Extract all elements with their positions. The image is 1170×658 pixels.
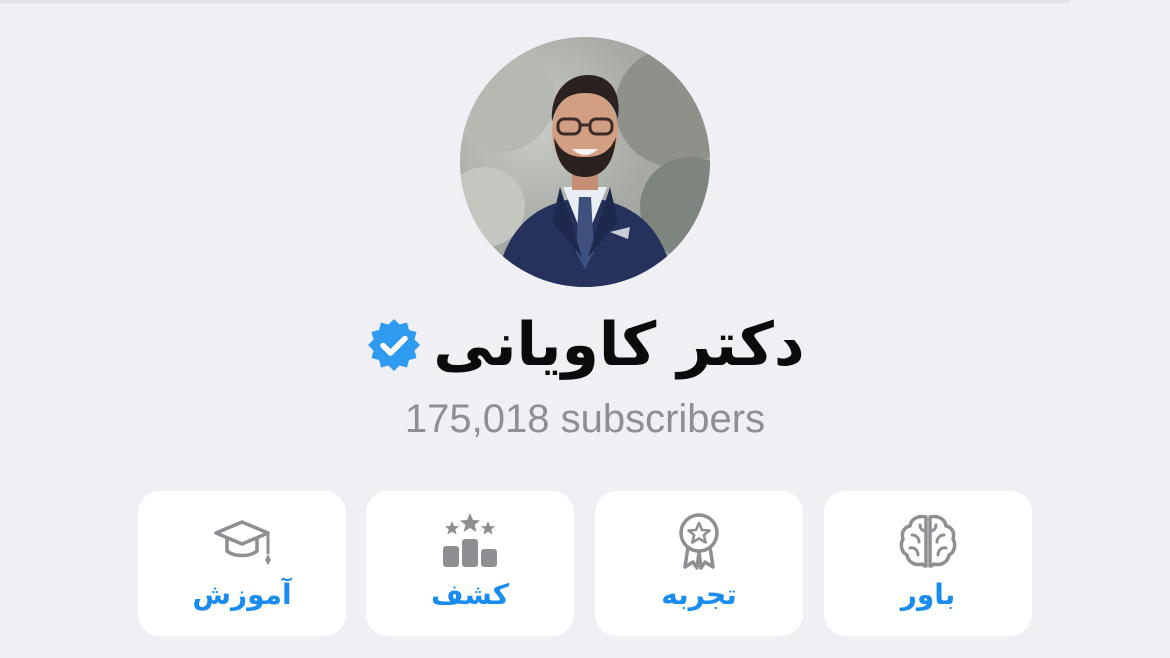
profile-avatar[interactable] (460, 37, 710, 287)
subscriber-count: 175,018 subscribers (404, 397, 766, 441)
action-button-label: تجربه (661, 578, 737, 611)
action-button-label: باور (900, 578, 956, 611)
action-button-kashf[interactable]: کشف (366, 491, 574, 636)
channel-title-row: دکتر کاویانی (0, 305, 1170, 385)
action-buttons-row: آموزش کشف تجربه باور (138, 491, 1032, 636)
award-badge-icon (669, 511, 729, 571)
channel-name: دکتر کاویانی (433, 310, 805, 380)
action-button-bavar[interactable]: باور (824, 491, 1032, 636)
action-button-tajrobeh[interactable]: تجربه (595, 491, 803, 636)
action-button-label: کشف (430, 578, 510, 611)
ranking-stars-icon (440, 511, 500, 571)
avatar-photo (460, 42, 710, 287)
brain-icon (898, 511, 958, 571)
action-button-label: آموزش (192, 578, 292, 611)
top-divider (0, 0, 1070, 3)
graduation-cap-icon (212, 511, 272, 571)
verified-badge-icon (365, 316, 423, 374)
action-button-amoozesh[interactable]: آموزش (138, 491, 346, 636)
